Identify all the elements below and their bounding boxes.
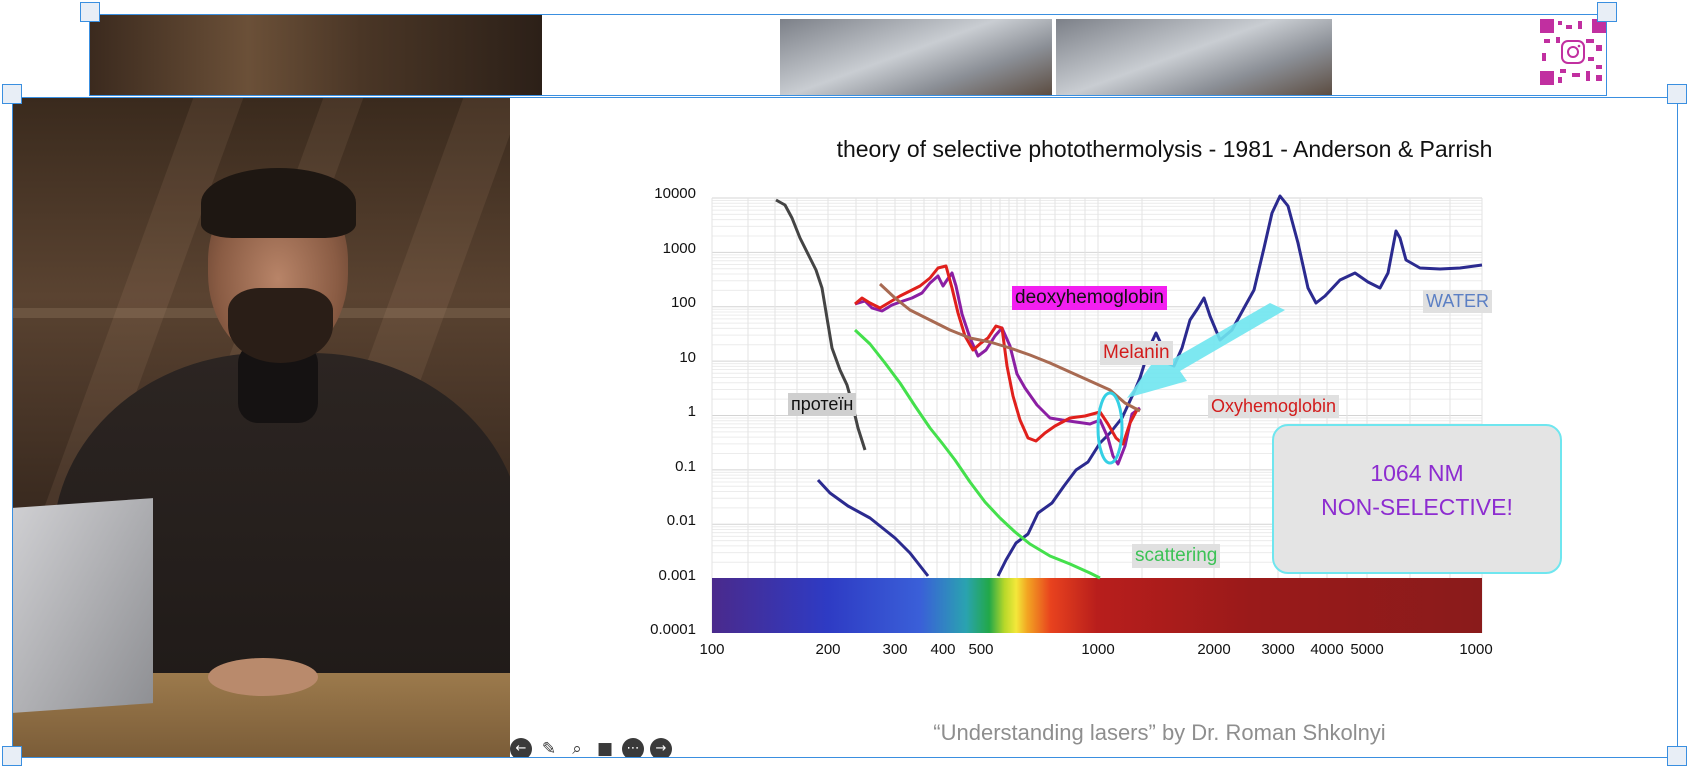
- presenter-video: [13, 98, 510, 757]
- slide-credits: “Understanding lasers” by Dr. Roman Shko…: [933, 720, 1386, 745]
- oxyhemoglobin-label: Oxyhemoglobin: [1208, 395, 1340, 418]
- y-tick-label: 100: [670, 294, 696, 311]
- resize-handle[interactable]: [1667, 84, 1687, 104]
- melanin-label: Melanin: [1100, 341, 1173, 365]
- y-tick-label: 10: [679, 349, 696, 366]
- x-tick-label: 400: [930, 641, 956, 658]
- y-tick-label: 0.001: [658, 567, 696, 584]
- y-tick-label: 0.0001: [650, 621, 696, 638]
- main-slide-frame[interactable]: theory of selective photothermolysis - 1…: [12, 97, 1678, 758]
- resize-handle[interactable]: [1597, 2, 1617, 22]
- pen-icon[interactable]: ✎: [538, 738, 560, 757]
- x-tick-label: 1000: [1459, 641, 1493, 658]
- video-camera-icon[interactable]: ■: [594, 738, 616, 757]
- background-video-thumbnail: [90, 15, 542, 95]
- more-options-icon[interactable]: ⋯: [622, 738, 644, 757]
- x-tick-label: 300: [882, 641, 908, 658]
- zoom-icon[interactable]: ⌕: [566, 738, 588, 757]
- y-tick-label: 1: [687, 403, 696, 420]
- presenter-hand: [208, 658, 318, 696]
- y-tick-label: 0.01: [666, 512, 696, 529]
- y-tick-label: 1000: [662, 240, 696, 257]
- x-tick-label: 3000: [1261, 641, 1295, 658]
- presenter-beard: [228, 288, 333, 363]
- visible-spectrum-bar: [712, 578, 1482, 633]
- y-tick-label: 10000: [654, 185, 696, 202]
- back-arrow-icon[interactable]: ←: [510, 738, 532, 757]
- protein-label: протеïн: [788, 393, 857, 416]
- resize-handle[interactable]: [80, 2, 100, 22]
- resize-handle[interactable]: [2, 84, 22, 104]
- background-image-left: [780, 19, 1052, 95]
- laptop: [13, 498, 153, 713]
- forward-arrow-icon[interactable]: →: [650, 738, 672, 757]
- x-tick-label: 500: [968, 641, 994, 658]
- x-tick-label: 200: [815, 641, 841, 658]
- x-tick-label: 100: [699, 641, 725, 658]
- x-tick-label: 1000: [1081, 641, 1115, 658]
- x-tick-label: 5000: [1350, 641, 1384, 658]
- callout-line-1: 1064 NM: [1370, 460, 1464, 486]
- resize-handle[interactable]: [2, 746, 22, 766]
- 1064nm-callout: 1064 NM NON-SELECTIVE!: [1272, 424, 1562, 574]
- instagram-qr-icon: [1538, 17, 1606, 87]
- background-slide-frame[interactable]: [89, 14, 1607, 96]
- x-tick-label: 4000: [1310, 641, 1344, 658]
- water-label: WATER: [1423, 290, 1492, 313]
- background-image-right: [1056, 19, 1332, 95]
- x-tick-label: 2000: [1197, 641, 1231, 658]
- y-tick-label: 0.1: [675, 458, 696, 475]
- callout-line-2: NON-SELECTIVE!: [1321, 494, 1513, 520]
- slide-toolbar: ← ✎ ⌕ ■ ⋯ →: [510, 738, 672, 757]
- presenter-hair: [201, 168, 356, 238]
- deoxyhemoglobin-label: deoxyhemoglobin: [1012, 286, 1167, 310]
- resize-handle[interactable]: [1667, 746, 1687, 766]
- scattering-label: scattering: [1132, 544, 1221, 568]
- slide-content: theory of selective photothermolysis - 1…: [510, 98, 1677, 757]
